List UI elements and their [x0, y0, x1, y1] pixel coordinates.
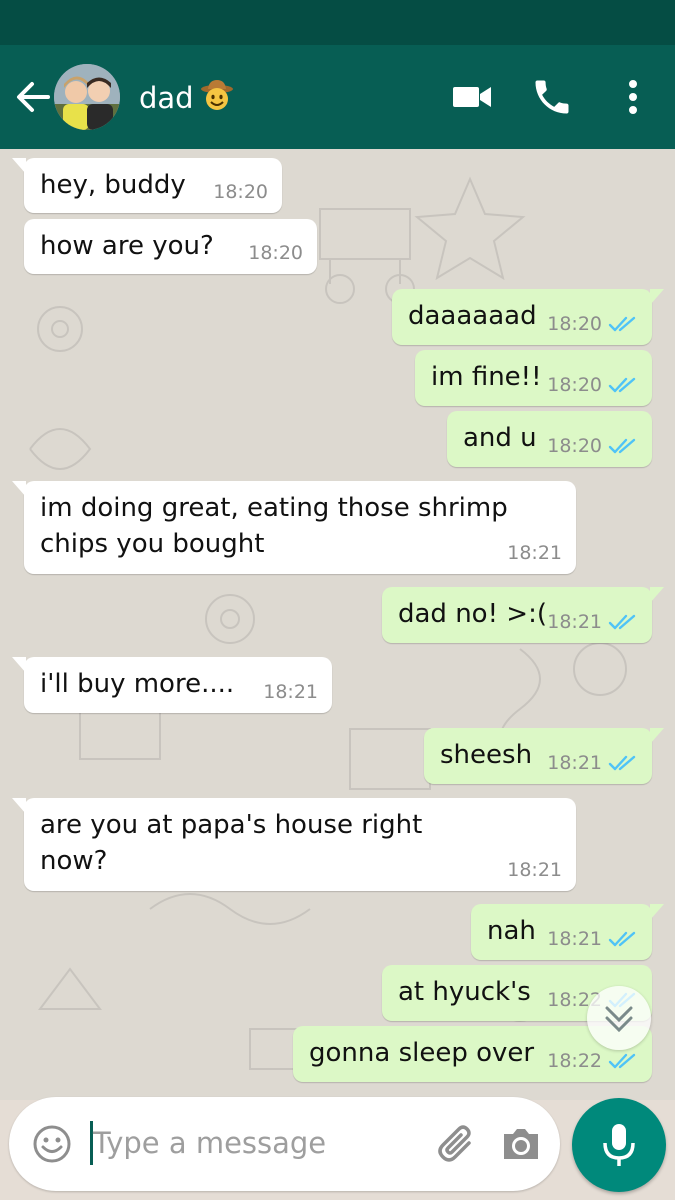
message-input[interactable]: Type a message — [93, 1125, 326, 1161]
double-check-icon — [608, 316, 636, 332]
message-list[interactable]: hey, buddy 18:20 how are you? 18:20 daaaaaad… — [0, 149, 675, 1100]
message-text: and u — [463, 423, 537, 453]
incoming-message[interactable]: im doing great, eating those shrimp chips… — [12, 481, 576, 574]
video-camera-icon[interactable] — [451, 75, 495, 119]
chevron-double-down-icon — [605, 1006, 633, 1033]
message-time: 18:20 — [213, 181, 268, 203]
arrow-left-icon[interactable] — [14, 75, 54, 119]
bubble-tail — [650, 587, 664, 603]
incoming-message[interactable]: i'll buy more.... 18:21 — [12, 657, 332, 713]
bubble-tail — [12, 657, 26, 673]
message-text: nah — [487, 916, 536, 946]
message-time: 18:20 — [547, 374, 602, 396]
bubble-tail — [650, 728, 664, 744]
contact-name-text: dad — [139, 81, 194, 115]
message-text: sheesh — [440, 740, 533, 770]
contact-name[interactable]: dad — [139, 78, 234, 121]
camera-icon[interactable] — [500, 1124, 542, 1164]
message-text: im doing great, eating those shrimp — [40, 493, 508, 523]
bubble-tail — [12, 798, 26, 814]
double-check-icon — [608, 755, 636, 771]
paperclip-icon[interactable] — [435, 1121, 481, 1167]
double-check-icon — [608, 438, 636, 454]
message-text: hey, buddy — [40, 170, 186, 200]
message-time: 18:21 — [507, 542, 562, 564]
message-text: im fine!! — [431, 362, 542, 392]
message-composer: Type a message — [9, 1097, 560, 1191]
chat-header: dad — [0, 45, 675, 149]
message-text: dad no! >:( — [398, 599, 547, 629]
message-time: 18:21 — [263, 681, 318, 703]
outgoing-message[interactable]: nah 18:21 — [471, 904, 664, 960]
status-bar — [0, 0, 675, 45]
voice-message-button[interactable] — [572, 1098, 666, 1192]
incoming-message[interactable]: how are you? 18:20 — [24, 219, 317, 274]
more-vertical-icon[interactable] — [611, 75, 655, 119]
cowboy-emoji-icon — [200, 78, 234, 121]
incoming-message[interactable]: hey, buddy 18:20 — [12, 158, 282, 213]
message-text: daaaaaad — [408, 301, 537, 331]
message-time: 18:21 — [547, 928, 602, 950]
message-time: 18:20 — [248, 242, 303, 264]
message-text: i'll buy more.... — [40, 669, 235, 699]
message-text: how are you? — [40, 231, 214, 261]
message-time: 18:20 — [547, 313, 602, 335]
message-text: now? — [40, 846, 108, 876]
message-time: 18:21 — [507, 859, 562, 881]
message-time: 18:21 — [547, 752, 602, 774]
phone-icon[interactable] — [530, 75, 574, 119]
message-time: 18:22 — [547, 1050, 602, 1072]
outgoing-message[interactable]: sheesh 18:21 — [424, 728, 664, 784]
double-check-icon — [608, 377, 636, 393]
double-check-icon — [608, 931, 636, 947]
message-text: at hyuck's — [398, 977, 531, 1007]
incoming-message[interactable]: are you at papa's house right now? 18:21 — [12, 798, 576, 891]
message-text: chips you bought — [40, 529, 265, 559]
microphone-icon — [603, 1124, 635, 1166]
message-time: 18:20 — [547, 435, 602, 457]
scroll-down-button[interactable] — [587, 986, 651, 1050]
message-text: gonna sleep over — [309, 1038, 535, 1068]
message-time: 18:21 — [547, 611, 602, 633]
bubble-tail — [12, 481, 26, 497]
double-check-icon — [608, 1053, 636, 1069]
outgoing-message[interactable]: daaaaaad 18:20 — [392, 289, 664, 345]
smiley-icon[interactable] — [31, 1123, 73, 1165]
outgoing-message[interactable]: im fine!! 18:20 — [415, 350, 652, 406]
bubble-tail — [650, 289, 664, 305]
message-text: are you at papa's house right — [40, 810, 423, 840]
bubble-tail — [650, 904, 664, 920]
double-check-icon — [608, 614, 636, 630]
bubble-tail — [12, 158, 26, 174]
outgoing-message[interactable]: dad no! >:(18:21 — [382, 587, 664, 643]
outgoing-message[interactable]: and u 18:20 — [447, 411, 652, 467]
avatar[interactable] — [54, 64, 120, 130]
